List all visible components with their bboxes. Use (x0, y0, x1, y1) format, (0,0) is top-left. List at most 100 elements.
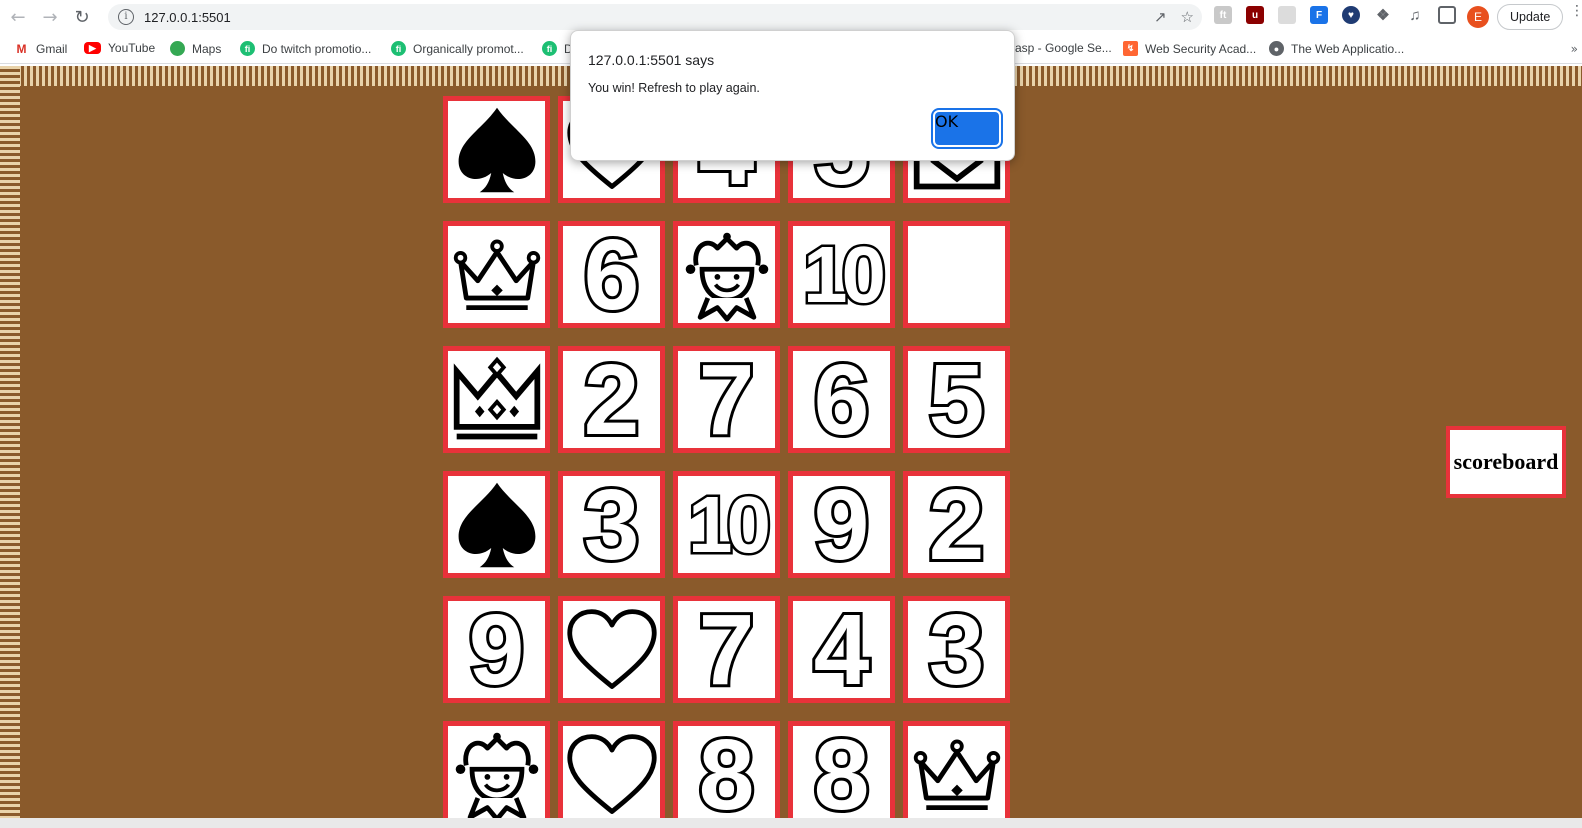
extension-icon[interactable] (1278, 6, 1296, 24)
bookmark-twitch[interactable]: fi Do twitch promotio... (240, 41, 371, 56)
spade-icon (458, 107, 535, 192)
fi-icon: fi (542, 41, 557, 56)
card-2[interactable]: 2 (903, 471, 1010, 578)
card-9[interactable]: 9 (788, 471, 895, 578)
puzzle-icon[interactable]: ❖ (1374, 6, 1392, 24)
bookmark-star-icon[interactable]: ☆ (1181, 8, 1194, 26)
forward-icon[interactable]: → (36, 3, 64, 31)
card-heart[interactable] (558, 596, 665, 703)
card-blank[interactable] (903, 221, 1010, 328)
bookmark-label: Do twitch promotio... (262, 41, 372, 56)
address-bar[interactable]: i 127.0.0.1:5501 ↗ ☆ (108, 4, 1202, 30)
back-icon[interactable]: ← (4, 3, 32, 31)
bookmarks-overflow-icon[interactable]: » (1571, 42, 1578, 56)
joker-icon (455, 732, 538, 818)
card-value: 5 (926, 346, 988, 453)
card-value: 10 (686, 479, 774, 569)
card-queen-crown[interactable] (443, 221, 550, 328)
card-value: 10 (801, 229, 889, 319)
card-3[interactable]: 3 (903, 596, 1010, 703)
bookmark-web-app[interactable]: ● The Web Applicatio... (1269, 41, 1404, 56)
joker-icon (685, 232, 768, 322)
card-value: 8 (696, 721, 758, 818)
card-7[interactable]: 7 (673, 596, 780, 703)
card-8[interactable]: 8 (673, 721, 780, 818)
share-icon[interactable]: ↗ (1154, 8, 1167, 26)
card-5[interactable]: 5 (903, 346, 1010, 453)
card-9[interactable]: 9 (443, 596, 550, 703)
profile-avatar[interactable]: E (1467, 6, 1489, 28)
card-value: 6 (581, 221, 643, 328)
card-value: 9 (811, 471, 873, 578)
media-control-icon[interactable]: ♫ (1406, 6, 1424, 24)
card-queen-crown[interactable] (903, 721, 1010, 818)
bookmark-google-search[interactable]: asp - Google Se... (1015, 41, 1112, 55)
card-joker[interactable] (443, 721, 550, 818)
ublock-icon[interactable]: u (1246, 6, 1264, 24)
bookmark-label: Organically promot... (413, 41, 524, 56)
portswigger-icon: ↯ (1123, 41, 1138, 56)
queen-crown-icon (453, 238, 540, 310)
heart-icon (566, 733, 657, 814)
card-4[interactable]: 4 (788, 596, 895, 703)
maps-icon (170, 41, 185, 56)
dialog-title: 127.0.0.1:5501 says (588, 52, 715, 68)
browser-toolbar: ← → ↻ i 127.0.0.1:5501 ↗ ☆ ft u F ♥ ❖ ♫ … (0, 0, 1582, 34)
card-value: 4 (811, 596, 873, 703)
ok-button[interactable]: OK (935, 112, 999, 145)
bookmark-label: YouTube (108, 41, 156, 55)
card-value: 2 (581, 346, 643, 453)
card-2[interactable]: 2 (558, 346, 665, 453)
bookmark-web-security[interactable]: ↯ Web Security Acad... (1123, 41, 1256, 56)
card-8[interactable]: 8 (788, 721, 895, 818)
shield-heart-icon[interactable]: ♥ (1342, 6, 1360, 24)
side-panel-icon[interactable] (1438, 6, 1456, 24)
bookmark-gmail[interactable]: M Gmail (14, 41, 67, 56)
update-button[interactable]: Update (1497, 4, 1563, 30)
decorative-border-left (0, 66, 20, 818)
card-heart[interactable] (558, 721, 665, 818)
card-value: 7 (696, 596, 758, 703)
card-joker[interactable] (673, 221, 780, 328)
fi-icon: fi (391, 41, 406, 56)
extension-icon[interactable]: F (1310, 6, 1328, 24)
bookmark-d[interactable]: fi D (542, 41, 573, 56)
card-6[interactable]: 6 (558, 221, 665, 328)
card-spade[interactable] (443, 96, 550, 203)
heart-icon (566, 608, 657, 689)
card-7[interactable]: 7 (673, 346, 780, 453)
card-value: 7 (696, 346, 758, 453)
dialog-message: You win! Refresh to play again. (588, 81, 760, 95)
game-page: 45610276531092974388 scoreboard (0, 66, 1582, 818)
card-spade[interactable] (443, 471, 550, 578)
card-value: 9 (466, 596, 528, 703)
card-king-crown[interactable] (443, 346, 550, 453)
bottom-edge (0, 818, 1582, 828)
url-text: 127.0.0.1:5501 (144, 9, 231, 25)
extension-icon[interactable]: ft (1214, 6, 1232, 24)
globe-icon: ● (1269, 41, 1284, 56)
bookmark-label: Web Security Acad... (1145, 41, 1257, 56)
bookmark-label: asp - Google Se... (1015, 41, 1112, 55)
card-3[interactable]: 3 (558, 471, 665, 578)
bookmark-organic[interactable]: fi Organically promot... (391, 41, 524, 56)
youtube-icon: ▶ (84, 42, 101, 54)
spade-icon (458, 482, 535, 567)
card-value: 3 (926, 596, 988, 703)
extensions-bar: ft u F ♥ ❖ ♫ (1214, 6, 1456, 24)
fi-icon: fi (240, 41, 255, 56)
card-6[interactable]: 6 (788, 346, 895, 453)
queen-crown-icon (913, 738, 1000, 810)
site-info-icon[interactable]: i (118, 9, 134, 25)
king-crown-icon (453, 356, 540, 439)
card-10[interactable]: 10 (788, 221, 895, 328)
menu-icon[interactable]: ⋮ (1570, 4, 1582, 18)
bookmark-youtube[interactable]: ▶ YouTube (84, 41, 155, 55)
reload-icon[interactable]: ↻ (68, 3, 96, 31)
bookmark-label: The Web Applicatio... (1291, 41, 1405, 56)
card-value: 8 (811, 721, 873, 818)
bookmark-label: Gmail (36, 41, 68, 56)
gmail-icon: M (14, 41, 29, 56)
card-10[interactable]: 10 (673, 471, 780, 578)
bookmark-maps[interactable]: Maps (170, 41, 221, 56)
